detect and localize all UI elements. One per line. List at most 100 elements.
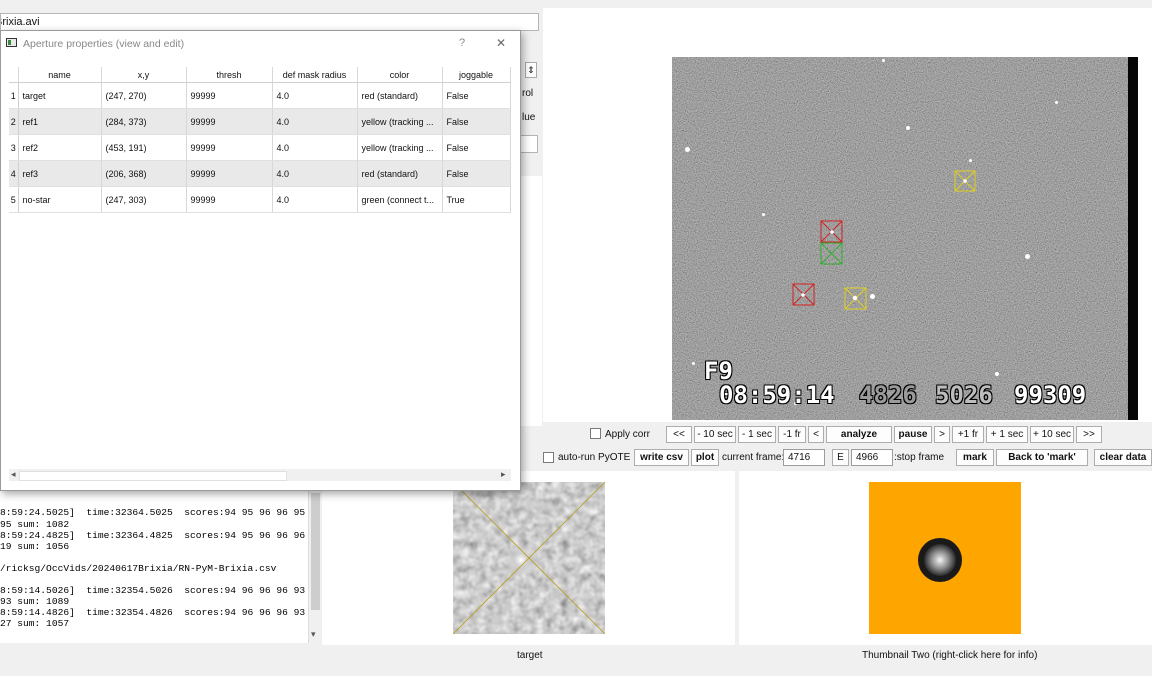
plus-10-sec-button[interactable]: + 10 sec [1030, 426, 1074, 443]
auto-run-pyote-label: auto-run PyOTE [558, 452, 631, 463]
thumbnail-two-star [918, 538, 962, 582]
cell-color[interactable]: red (standard) [357, 160, 443, 187]
analyze-button[interactable]: analyze [826, 426, 892, 443]
cell-joggable[interactable]: False [442, 134, 511, 161]
spin-arrows[interactable]: ⇕ [525, 62, 537, 78]
dialog-title: Aperture properties (view and edit) [23, 38, 185, 50]
column-header-mask-radius[interactable]: def mask radius [272, 67, 358, 83]
back-to-mark-button[interactable]: Back to 'mark' [996, 449, 1088, 466]
column-header-color[interactable]: color [357, 67, 443, 83]
cell-name[interactable]: ref2 [18, 134, 102, 161]
aperture-table[interactable]: name x,y thresh def mask radius color jo… [9, 67, 511, 213]
cell-joggable[interactable]: False [442, 108, 511, 135]
minus-1-sec-button[interactable]: - 1 sec [738, 426, 776, 443]
dialog-scrollbar-thumb[interactable] [19, 471, 287, 481]
column-header-xy[interactable]: x,y [101, 67, 187, 83]
apply-corr-checkbox[interactable] [590, 428, 601, 439]
row-number[interactable]: 3 [9, 134, 19, 161]
video-frame[interactable]: F9 08:59:14 4826 5026 99309 [672, 57, 1138, 420]
current-frame-label: current frame: [722, 452, 785, 463]
cell-name[interactable]: ref3 [18, 160, 102, 187]
row-number[interactable]: 4 [9, 160, 19, 187]
minus-10-sec-button[interactable]: - 10 sec [694, 426, 736, 443]
partial-panel [519, 176, 542, 426]
log-line: 27 sum: 1057 [0, 618, 70, 629]
row-number[interactable]: 2 [9, 108, 19, 135]
plot-button[interactable]: plot [691, 449, 719, 466]
table-row[interactable]: 5 no-star (247, 303) 99999 4.0 green (co… [9, 186, 511, 213]
cell-joggable[interactable]: False [442, 160, 511, 187]
thumbnail-one-image [453, 482, 605, 634]
table-header-row: name x,y thresh def mask radius color jo… [9, 67, 511, 83]
scroll-right-icon[interactable]: ▸ [501, 469, 506, 480]
write-csv-button[interactable]: write csv [634, 449, 689, 466]
mark-button[interactable]: mark [956, 449, 994, 466]
close-icon[interactable]: ✕ [496, 36, 506, 50]
cell-joggable[interactable]: False [442, 82, 511, 109]
e-button[interactable]: E [832, 449, 849, 466]
cell-radius[interactable]: 4.0 [272, 160, 358, 187]
cell-name[interactable]: no-star [18, 186, 102, 213]
table-row[interactable]: 1 target (247, 270) 99999 4.0 red (stand… [9, 82, 511, 109]
cell-xy[interactable]: (453, 191) [101, 134, 187, 161]
cell-radius[interactable]: 4.0 [272, 82, 358, 109]
cell-thresh[interactable]: 99999 [186, 134, 273, 161]
cell-joggable[interactable]: True [442, 186, 511, 213]
cell-xy[interactable]: (247, 303) [101, 186, 187, 213]
table-row[interactable]: 4 ref3 (206, 368) 99999 4.0 red (standar… [9, 160, 511, 187]
dialog-title-bar[interactable]: Aperture properties (view and edit) ? ✕ [1, 31, 520, 55]
osd-field2: 5026 [935, 381, 993, 409]
auto-run-pyote-checkbox[interactable] [543, 452, 554, 463]
row-number[interactable]: 5 [9, 186, 19, 213]
cell-color[interactable]: red (standard) [357, 82, 443, 109]
column-header-joggable[interactable]: joggable [442, 67, 511, 83]
file-path-field[interactable]: Brixia.avi [0, 13, 539, 31]
cell-thresh[interactable]: 99999 [186, 186, 273, 213]
scroll-down-icon[interactable]: ▾ [311, 629, 316, 640]
log-output[interactable]: 8:59:24.5025] time:32364.5025 scores:94 … [0, 491, 308, 643]
partial-input[interactable] [519, 135, 538, 153]
cell-color[interactable]: yellow (tracking ... [357, 108, 443, 135]
cell-color[interactable]: yellow (tracking ... [357, 134, 443, 161]
partial-label-value: lue [522, 112, 536, 123]
minus-1-frame-button[interactable]: -1 fr [778, 426, 806, 443]
pause-button[interactable]: pause [894, 426, 932, 443]
cell-color[interactable]: green (connect t... [357, 186, 443, 213]
row-number[interactable]: 1 [9, 82, 19, 109]
skip-to-start-button[interactable]: << [666, 426, 692, 443]
table-row[interactable]: 3 ref2 (453, 191) 99999 4.0 yellow (trac… [9, 134, 511, 161]
cell-xy[interactable]: (206, 368) [101, 160, 187, 187]
log-scrollbar[interactable]: ▾ [308, 491, 322, 643]
scroll-left-icon[interactable]: ◂ [11, 469, 16, 480]
table-row[interactable]: 2 ref1 (284, 373) 99999 4.0 yellow (trac… [9, 108, 511, 135]
cell-radius[interactable]: 4.0 [272, 186, 358, 213]
skip-to-end-button[interactable]: >> [1076, 426, 1102, 443]
cell-thresh[interactable]: 99999 [186, 82, 273, 109]
column-header-thresh[interactable]: thresh [186, 67, 273, 83]
thumbnail-one-pixels [453, 482, 605, 634]
osd-time: 08:59:14 [719, 381, 835, 409]
file-path-text: Brixia.avi [1, 16, 40, 28]
aperture-properties-dialog[interactable]: Aperture properties (view and edit) ? ✕ … [0, 30, 521, 491]
thumbnail-two-caption[interactable]: Thumbnail Two (right-click here for info… [862, 650, 1037, 661]
plus-1-frame-button[interactable]: +1 fr [952, 426, 984, 443]
cell-name[interactable]: ref1 [18, 108, 102, 135]
column-header-name[interactable]: name [18, 67, 102, 83]
row-header-corner[interactable] [9, 67, 19, 83]
current-frame-input[interactable]: 4716 [783, 449, 825, 466]
clear-data-button[interactable]: clear data [1094, 449, 1152, 466]
step-back-button[interactable]: < [808, 426, 824, 443]
step-forward-button[interactable]: > [934, 426, 950, 443]
dialog-horizontal-scrollbar[interactable]: ◂ ▸ [9, 469, 511, 481]
cell-xy[interactable]: (247, 270) [101, 82, 187, 109]
help-icon[interactable]: ? [459, 37, 465, 49]
log-scrollbar-thumb[interactable] [311, 493, 320, 610]
cell-xy[interactable]: (284, 373) [101, 108, 187, 135]
cell-radius[interactable]: 4.0 [272, 134, 358, 161]
cell-radius[interactable]: 4.0 [272, 108, 358, 135]
cell-name[interactable]: target [18, 82, 102, 109]
cell-thresh[interactable]: 99999 [186, 160, 273, 187]
stop-frame-input[interactable]: 4966 [851, 449, 893, 466]
cell-thresh[interactable]: 99999 [186, 108, 273, 135]
plus-1-sec-button[interactable]: + 1 sec [986, 426, 1028, 443]
